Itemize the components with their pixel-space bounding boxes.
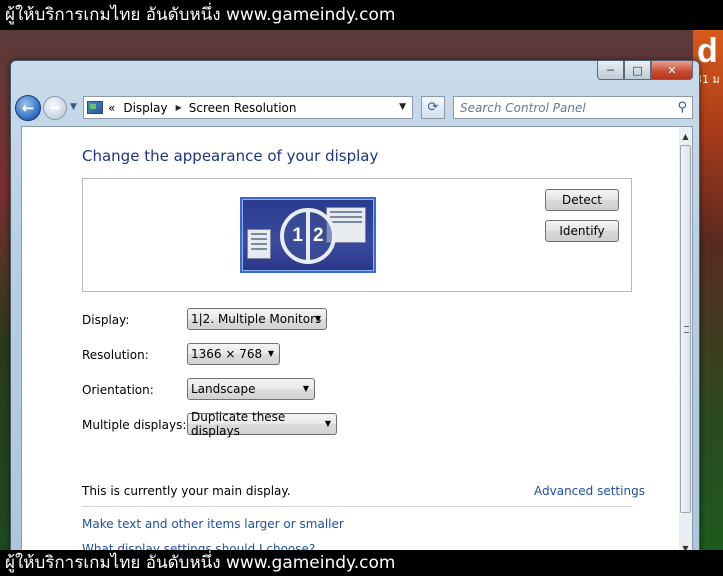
back-arrow-icon: ← — [21, 99, 35, 117]
chevron-down-icon: ▼ — [314, 314, 321, 323]
control-panel-window: ─ □ ✕ ← → ▼ « Display ▶ Screen Resolutio… — [10, 60, 700, 560]
monitor-number-badge: 1 2 — [280, 208, 336, 264]
monitor-image[interactable]: 1 2 — [240, 197, 376, 273]
chevron-down-icon: ▼ — [324, 419, 331, 428]
vertical-scrollbar[interactable]: ▲ ▼ — [679, 126, 693, 558]
search-placeholder: Search Control Panel — [460, 100, 586, 115]
breadcrumb-screen-resolution[interactable]: Screen Resolution — [189, 101, 297, 115]
top-banner: ผู้ให้บริการเกมไทย อันดับหนึ่ง www.gamei… — [0, 0, 723, 30]
chevron-down-icon: ▼ — [302, 384, 309, 393]
main-display-status: This is currently your main display. — [82, 484, 291, 498]
advanced-settings-link[interactable]: Advanced settings — [534, 484, 645, 498]
monitor-number-1: 1 — [292, 225, 303, 246]
content-pane: Change the appearance of your display 1 … — [21, 126, 689, 558]
multiple-displays-label: Multiple displays: — [82, 418, 187, 432]
navigation-bar: ← → ▼ « Display ▶ Screen Resolution ▼ ⟳ … — [11, 93, 693, 123]
resolution-label: Resolution: — [82, 348, 149, 362]
display-label: Display: — [82, 313, 130, 327]
back-button[interactable]: ← — [15, 95, 41, 121]
minimize-button[interactable]: ─ — [597, 61, 624, 80]
refresh-button[interactable]: ⟳ — [421, 96, 445, 119]
forward-arrow-icon: → — [49, 100, 61, 116]
detect-button[interactable]: Detect — [545, 189, 619, 211]
divider — [82, 506, 632, 507]
resolution-select-value: 1366 × 768 — [191, 347, 263, 361]
resolution-select[interactable]: 1366 × 768 ▼ — [187, 343, 280, 365]
chevron-down-icon: ▼ — [267, 349, 274, 358]
bottom-banner: ผู้ให้บริการเกมไทย อันดับหนึ่ง www.gamei… — [0, 550, 723, 576]
desktop-background: d 31 ม ─ □ ✕ ← → ▼ « Display ▶ Screen Re… — [0, 30, 723, 560]
orientation-select[interactable]: Landscape ▼ — [187, 378, 315, 400]
page-title: Change the appearance of your display — [82, 147, 379, 165]
breadcrumb-separator-icon[interactable]: ▶ — [176, 103, 182, 112]
orientation-label: Orientation: — [82, 383, 154, 397]
recent-pages-dropdown[interactable]: ▼ — [70, 102, 77, 112]
forward-button[interactable]: → — [43, 96, 67, 120]
address-bar[interactable]: « Display ▶ Screen Resolution ▼ — [83, 96, 413, 119]
wallpaper-logo: d — [697, 32, 718, 70]
scroll-up-icon[interactable]: ▲ — [679, 128, 692, 144]
caption-buttons: ─ □ ✕ — [597, 61, 693, 80]
monitor-divider — [306, 210, 310, 262]
scrollbar-thumb[interactable] — [680, 145, 691, 513]
display-control-panel-icon — [87, 101, 103, 114]
text-size-link[interactable]: Make text and other items larger or smal… — [82, 517, 344, 531]
close-button[interactable]: ✕ — [651, 61, 693, 80]
multiple-displays-select-value: Duplicate these displays — [191, 410, 286, 438]
breadcrumb-display[interactable]: Display — [123, 101, 167, 115]
breadcrumb-overflow[interactable]: « — [108, 101, 115, 115]
display-select-value: 1|2. Multiple Monitors — [191, 312, 322, 326]
monitor-number-2: 2 — [313, 225, 324, 246]
monitor-mini-window-left — [247, 229, 271, 259]
multiple-displays-select[interactable]: Duplicate these displays ▼ — [187, 410, 337, 438]
display-select[interactable]: 1|2. Multiple Monitors ▼ — [187, 308, 327, 330]
address-dropdown-icon[interactable]: ▼ — [399, 102, 406, 112]
monitor-preview-panel: 1 2 Detect Identify — [82, 178, 632, 292]
refresh-icon: ⟳ — [427, 100, 439, 115]
grip-icon — [684, 326, 689, 333]
search-input[interactable]: Search Control Panel ⚲ — [453, 96, 693, 119]
search-icon[interactable]: ⚲ — [677, 100, 687, 115]
maximize-button[interactable]: □ — [624, 61, 651, 80]
identify-button[interactable]: Identify — [545, 220, 619, 242]
orientation-select-value: Landscape — [191, 382, 256, 396]
